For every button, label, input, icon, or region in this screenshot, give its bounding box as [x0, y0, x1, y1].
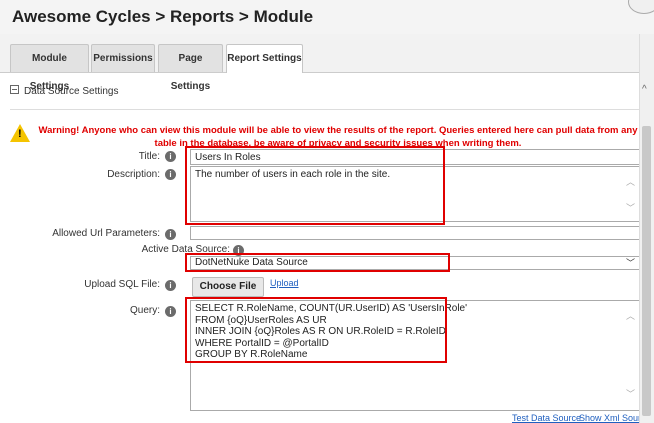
query-text: SELECT R.RoleName, COUNT(UR.UserID) AS '…	[195, 303, 468, 360]
info-icon[interactable]: i	[165, 169, 176, 180]
allowed-url-input[interactable]	[190, 226, 640, 240]
page-title: Awesome Cycles > Reports > Module	[12, 7, 314, 26]
info-icon[interactable]: i	[165, 306, 176, 317]
data-source-select[interactable]: DotNetNuke Data Source ﹀	[190, 256, 640, 270]
divider	[10, 109, 640, 110]
title-input[interactable]: Users In Roles	[190, 149, 640, 165]
upload-link[interactable]: Upload	[270, 278, 299, 288]
scroll-up-icon: ︿	[625, 311, 635, 321]
chevron-down-icon: ﹀	[625, 258, 635, 268]
query-label: Query:	[129, 305, 160, 316]
title-bar: Awesome Cycles > Reports > Module	[0, 0, 654, 35]
warning-message: Warning! Anyone who can view this module…	[38, 125, 638, 149]
scroll-down-icon: ﹀	[625, 203, 635, 213]
close-icon[interactable]	[628, 0, 654, 14]
data-source-label: Active Data Source:	[141, 244, 230, 255]
choose-file-button[interactable]: Choose File	[192, 277, 264, 297]
scroll-up-icon[interactable]: ^	[642, 84, 647, 95]
description-textarea[interactable]: The number of users in each role in the …	[190, 166, 640, 222]
allowed-url-label: Allowed Url Parameters:	[52, 228, 160, 239]
page-scrollbar[interactable]: ^	[639, 34, 654, 423]
test-data-source-link[interactable]: Test Data Source	[512, 413, 581, 423]
info-icon[interactable]: i	[165, 151, 176, 162]
tab-permissions[interactable]: Permissions	[91, 44, 155, 72]
scrollbar-thumb[interactable]	[642, 126, 651, 416]
tab-bar: Module Settings Permissions Page Setting…	[0, 34, 640, 92]
scroll-down-icon: ﹀	[625, 389, 635, 399]
query-textarea[interactable]: SELECT R.RoleName, COUNT(UR.UserID) AS '…	[190, 300, 640, 411]
tab-page-settings[interactable]: Page Settings	[158, 44, 223, 92]
description-label: Description:	[107, 169, 160, 180]
upload-label: Upload SQL File:	[84, 279, 160, 290]
collapse-icon	[10, 85, 19, 94]
info-icon[interactable]: i	[165, 229, 176, 240]
section-title: Data Source Settings	[24, 86, 119, 97]
warning-icon: !	[10, 124, 30, 142]
info-icon[interactable]: i	[165, 280, 176, 291]
title-label: Title:	[138, 151, 160, 162]
tab-module-settings[interactable]: Module Settings	[10, 44, 89, 92]
tab-report-settings[interactable]: Report Settings	[226, 44, 303, 73]
data-source-settings-toggle[interactable]: Data Source Settings	[10, 85, 119, 97]
scroll-up-icon: ︿	[625, 177, 635, 187]
info-icon[interactable]: i	[233, 245, 244, 256]
